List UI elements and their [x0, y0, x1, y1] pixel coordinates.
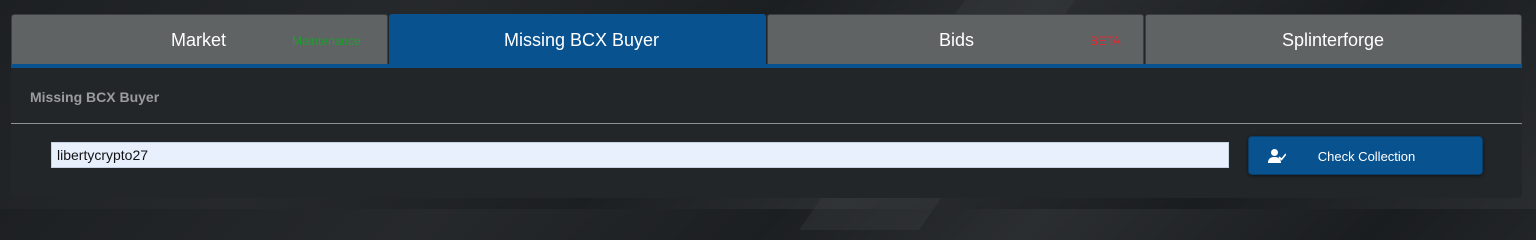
- tab-underline: [11, 64, 1522, 68]
- tab-bids[interactable]: Bids BETA: [767, 14, 1144, 64]
- username-input[interactable]: [51, 142, 1229, 168]
- beta-badge: BETA: [1090, 34, 1121, 48]
- check-collection-button[interactable]: Check Collection: [1248, 136, 1483, 175]
- section-divider: [11, 123, 1522, 124]
- tab-splinterforge-label: Splinterforge: [1282, 30, 1385, 50]
- section-title: Missing BCX Buyer: [30, 89, 160, 105]
- maintenance-badge: Maintenance: [292, 34, 361, 48]
- check-collection-label: Check Collection: [1317, 149, 1416, 164]
- tab-missing-bcx-buyer[interactable]: Missing BCX Buyer: [389, 14, 766, 68]
- tab-bar: Market Maintenance Missing BCX Buyer Bid…: [11, 14, 1522, 68]
- background-stripe: [955, 0, 1075, 14]
- tab-splinterforge[interactable]: Splinterforge: [1145, 14, 1522, 64]
- tab-missing-bcx-buyer-label: Missing BCX Buyer: [504, 30, 660, 50]
- tab-market[interactable]: Market Maintenance: [11, 14, 388, 64]
- tab-bids-label: Bids: [939, 30, 975, 50]
- bcx-buyer-panel: Market Maintenance Missing BCX Buyer Bid…: [11, 14, 1522, 198]
- tab-market-label: Market: [171, 30, 227, 50]
